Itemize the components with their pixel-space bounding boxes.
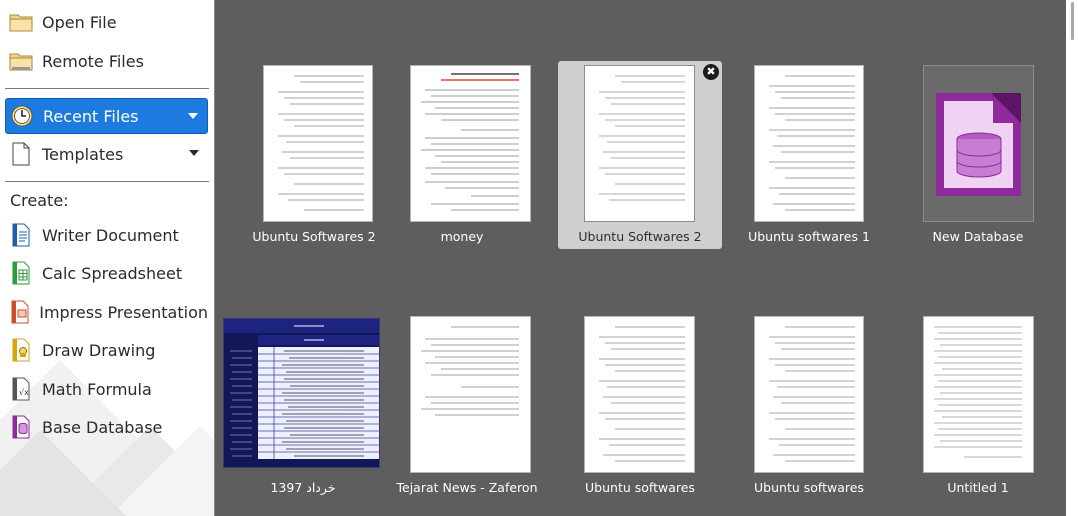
- chevron-down-icon[interactable]: [188, 113, 198, 119]
- create-calc-spreadsheet-button[interactable]: Calc Spreadsheet: [5, 255, 208, 291]
- spreadsheet-title: خرداد 1397: [270, 480, 336, 495]
- recent-document-tile[interactable]: money: [401, 61, 565, 249]
- recent-document-tile[interactable]: Ubuntu Softwares 2: [232, 61, 396, 249]
- recent-files-view: Ubuntu Softwares 2 money ✖ Ubuntu Softwa…: [214, 0, 1066, 516]
- base-database-icon: [9, 415, 33, 439]
- scrollbar-thumb[interactable]: [1071, 2, 1074, 40]
- recent-document-tile-selected[interactable]: ✖ Ubuntu Softwares 2: [558, 61, 722, 249]
- draw-drawing-label: Draw Drawing: [42, 340, 156, 360]
- open-file-label: Open File: [42, 12, 117, 32]
- math-formula-icon: √x: [9, 377, 33, 401]
- recent-document-tile[interactable]: Tejarat News - Zaferon: [385, 312, 549, 500]
- templates-button[interactable]: Templates: [5, 136, 208, 172]
- chevron-down-icon[interactable]: [189, 150, 199, 156]
- create-base-database-button[interactable]: Base Database: [5, 409, 208, 445]
- document-thumbnail: [410, 65, 531, 222]
- templates-label: Templates: [42, 144, 124, 164]
- math-formula-label: Math Formula: [42, 379, 152, 399]
- document-thumbnail: [584, 316, 695, 473]
- document-title: Ubuntu Softwares 2: [578, 229, 702, 244]
- document-thumbnail: [754, 65, 864, 222]
- create-impress-presentation-button[interactable]: Impress Presentation: [5, 294, 208, 330]
- open-file-button[interactable]: Open File: [5, 4, 208, 40]
- recent-document-tile[interactable]: Ubuntu softwares 1: [727, 61, 891, 249]
- document-thumbnail: [410, 316, 531, 473]
- recent-document-tile[interactable]: Untitled 1: [896, 312, 1060, 500]
- document-title: Tejarat News - Zaferon: [396, 480, 538, 495]
- create-math-formula-button[interactable]: √x Math Formula: [5, 371, 208, 407]
- template-icon: [9, 142, 33, 166]
- impress-presentation-icon: [9, 300, 30, 324]
- database-thumbnail: [923, 65, 1034, 222]
- recent-files-label: Recent Files: [43, 106, 139, 126]
- calc-spreadsheet-icon: [9, 261, 33, 285]
- document-title: Ubuntu softwares 1: [748, 229, 870, 244]
- writer-document-label: Writer Document: [42, 225, 179, 245]
- remote-folder-icon: [9, 49, 33, 73]
- document-thumbnail: [754, 316, 864, 473]
- document-title: Ubuntu softwares: [585, 480, 695, 495]
- database-title: New Database: [932, 229, 1024, 244]
- recent-files-button[interactable]: Recent Files: [5, 98, 208, 134]
- svg-text:√x: √x: [19, 388, 29, 397]
- base-database-label: Base Database: [42, 417, 163, 437]
- remote-files-button[interactable]: Remote Files: [5, 43, 208, 79]
- recent-spreadsheet-tile[interactable]: خرداد 1397: [221, 312, 385, 500]
- document-thumbnail: [263, 65, 373, 222]
- start-center-sidebar: Open File Remote Files Recent Files Temp…: [0, 0, 214, 516]
- create-draw-drawing-button[interactable]: Draw Drawing: [5, 332, 208, 368]
- document-thumbnail: [584, 65, 695, 222]
- recent-document-tile[interactable]: Ubuntu softwares: [727, 312, 891, 500]
- draw-drawing-icon: [9, 338, 33, 362]
- folder-icon: [9, 10, 33, 34]
- create-writer-document-button[interactable]: Writer Document: [5, 217, 208, 253]
- writer-document-icon: [9, 223, 33, 247]
- sidebar-divider: [5, 88, 209, 89]
- document-title: money: [440, 229, 484, 244]
- remote-files-label: Remote Files: [42, 51, 144, 71]
- document-title: Ubuntu softwares: [754, 480, 864, 495]
- sidebar-divider: [5, 181, 209, 182]
- spreadsheet-thumbnail: [223, 318, 380, 468]
- create-label: Create:: [10, 191, 69, 210]
- recent-document-tile[interactable]: Ubuntu softwares: [558, 312, 722, 500]
- clock-icon: [10, 104, 34, 128]
- base-database-icon: [936, 93, 1021, 196]
- remove-from-list-button[interactable]: ✖: [703, 64, 719, 80]
- impress-presentation-label: Impress Presentation: [39, 302, 208, 322]
- document-thumbnail: [923, 316, 1034, 473]
- calc-spreadsheet-label: Calc Spreadsheet: [42, 263, 183, 283]
- document-title: Untitled 1: [947, 480, 1009, 495]
- vertical-scrollbar[interactable]: [1066, 0, 1078, 516]
- document-title: Ubuntu Softwares 2: [252, 229, 376, 244]
- recent-database-tile[interactable]: New Database: [896, 61, 1060, 249]
